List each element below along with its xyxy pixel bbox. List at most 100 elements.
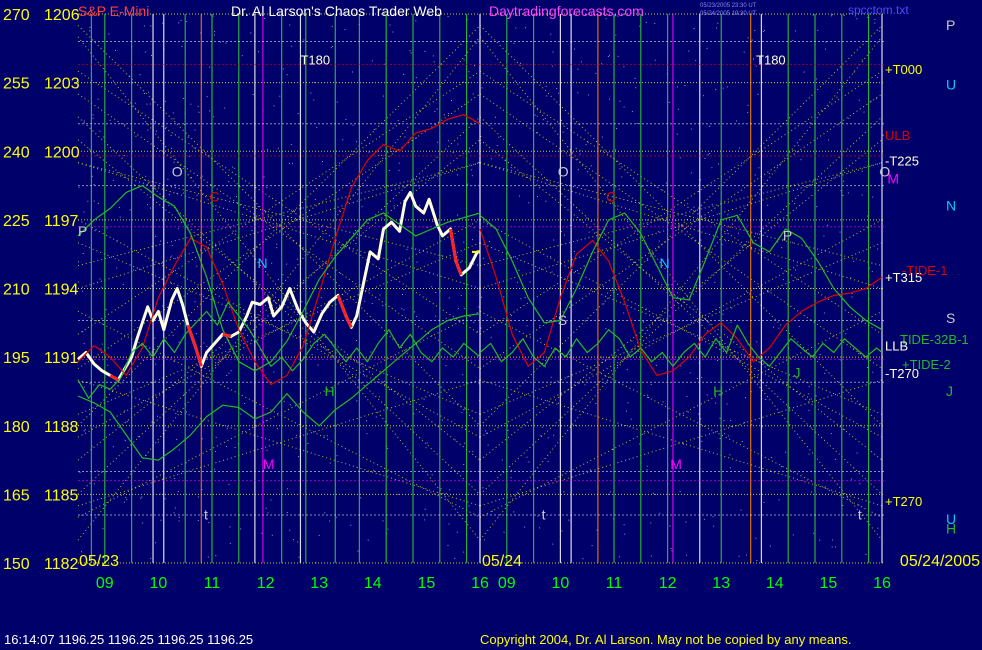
star-dot (147, 204, 148, 206)
x-tick-hour: 16 (873, 575, 891, 592)
star-dot (108, 33, 110, 35)
star-dot (286, 512, 288, 513)
star-dot (480, 327, 482, 329)
star-dot (87, 200, 89, 202)
star-dot (473, 321, 475, 323)
star-dot (277, 428, 278, 430)
star-dot (244, 403, 246, 404)
star-dot (273, 371, 275, 373)
star-dot (83, 211, 85, 213)
right-level-label: +T270 (885, 494, 922, 509)
star-dot (727, 214, 729, 216)
right-level-label: ULB (885, 128, 910, 143)
right-level-label: TIDE-32B-1 (900, 332, 969, 347)
star-dot (194, 301, 196, 303)
site-link[interactable]: Daytradingforecasts.com (489, 3, 644, 19)
star-dot (288, 162, 290, 164)
star-dot (842, 194, 844, 196)
x-tick-hour: 14 (766, 575, 784, 592)
star-dot (431, 286, 433, 288)
star-dot (867, 215, 868, 217)
star-dot (874, 19, 876, 20)
x-tick-hour: 10 (150, 575, 168, 592)
star-dot (323, 435, 325, 437)
star-dot (185, 21, 187, 22)
star-dot (171, 147, 173, 149)
star-dot (434, 111, 436, 112)
star-dot (685, 521, 687, 523)
star-dot (859, 483, 861, 485)
star-dot (741, 441, 743, 442)
star-dot (525, 27, 526, 29)
star-dot (609, 54, 610, 56)
star-dot (178, 449, 180, 451)
star-dot (662, 189, 664, 191)
star-dot (781, 247, 783, 249)
star-dot (228, 180, 230, 182)
star-dot (398, 162, 400, 164)
star-dot (373, 469, 375, 471)
star-dot (817, 29, 819, 31)
star-dot (326, 435, 328, 437)
star-dot (384, 63, 386, 65)
star-dot (173, 118, 175, 120)
star-dot (267, 149, 269, 151)
star-dot (539, 338, 541, 340)
star-dot (388, 170, 390, 171)
star-dot (677, 108, 679, 110)
star-dot (432, 55, 434, 57)
star-dot (451, 100, 452, 101)
star-dot (537, 196, 538, 198)
star-dot (516, 281, 518, 283)
star-dot (843, 429, 845, 431)
star-dot (378, 396, 380, 398)
star-dot (546, 95, 548, 97)
star-dot (609, 98, 610, 100)
star-dot (214, 468, 216, 470)
star-dot (476, 42, 478, 44)
star-dot (687, 203, 689, 205)
star-dot (650, 384, 652, 385)
star-dot (585, 144, 587, 146)
star-dot (403, 73, 405, 75)
star-dot (698, 413, 700, 415)
star-dot (168, 194, 170, 196)
star-dot (809, 122, 811, 124)
star-dot (619, 100, 621, 102)
star-dot (276, 243, 278, 245)
star-dot (769, 545, 771, 547)
star-dot (562, 131, 564, 133)
star-dot (92, 114, 94, 116)
star-dot (503, 296, 505, 298)
x-tick-hour: 10 (552, 575, 570, 592)
star-dot (526, 456, 528, 458)
star-dot (302, 249, 304, 250)
star-dot (404, 136, 406, 138)
star-dot (738, 232, 740, 234)
star-dot (270, 499, 272, 501)
star-dot (287, 329, 289, 331)
instrument-title: S&P E-Mini (78, 3, 150, 19)
star-dot (580, 61, 582, 63)
star-dot (601, 136, 603, 138)
star-dot (617, 55, 619, 57)
star-dot (367, 539, 369, 541)
star-dot (808, 409, 810, 411)
star-dot (431, 474, 433, 476)
star-dot (96, 470, 98, 472)
star-dot (528, 461, 530, 463)
cycle-letter: O (558, 163, 569, 179)
star-dot (368, 222, 370, 224)
star-dot (464, 442, 466, 444)
star-dot (150, 25, 152, 27)
star-dot (520, 62, 521, 64)
star-dot (265, 420, 267, 422)
star-dot (808, 386, 810, 388)
star-dot (119, 207, 121, 209)
edge-letter: J (946, 383, 953, 399)
star-dot (109, 119, 111, 121)
star-dot (382, 305, 384, 307)
star-dot (832, 14, 833, 16)
star-dot (654, 23, 656, 24)
star-dot (631, 340, 633, 342)
